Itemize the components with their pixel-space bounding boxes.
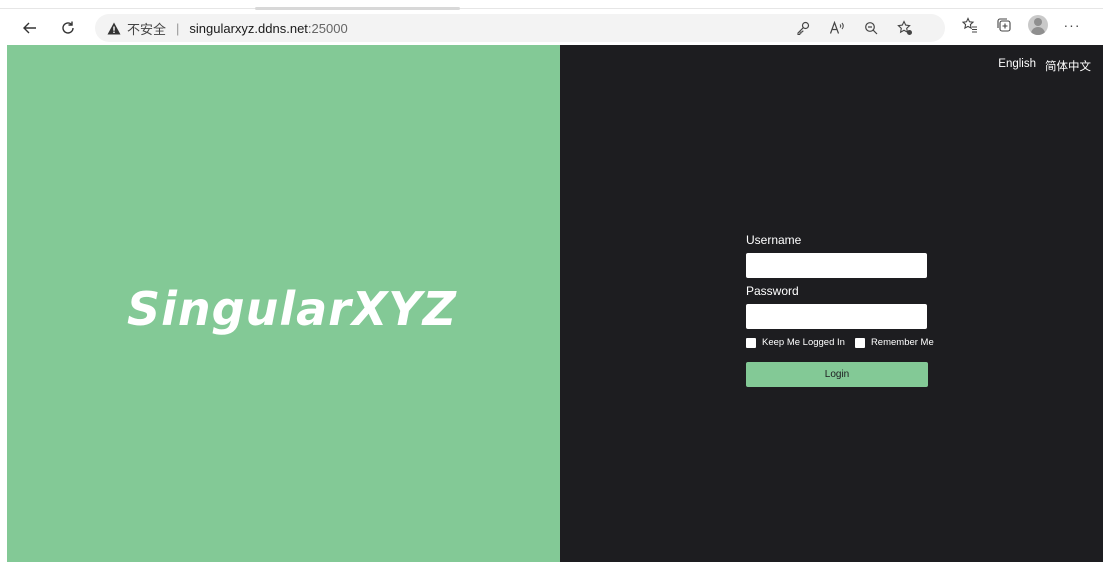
address-bar-actions [793,19,915,37]
address-host[interactable]: singularxyz.ddns.net [189,21,308,36]
favorites-icon[interactable] [960,16,980,34]
favorite-add-icon[interactable] [895,19,915,37]
language-chinese[interactable]: 简体中文 [1045,58,1091,74]
address-separator: | [176,20,180,36]
more-menu-button[interactable]: ··· [1062,16,1082,34]
reload-button[interactable] [56,16,80,40]
login-panel: English 简体中文 Username Password Keep Me L… [560,45,1103,562]
warning-icon[interactable] [107,22,121,35]
language-english[interactable]: English [998,58,1036,74]
remember-me-label[interactable]: Remember Me [871,337,934,348]
address-port[interactable]: :25000 [308,21,348,36]
password-input[interactable] [746,304,927,329]
browser-toolbar: 不安全 | singularxyz.ddns.net :25000 ··· [0,0,1103,45]
username-label: Username [746,233,802,247]
remember-me-checkbox[interactable] [854,337,865,348]
tab-strip-divider [0,8,1103,9]
address-bar[interactable]: 不安全 | singularxyz.ddns.net :25000 [95,14,945,42]
password-label: Password [746,284,799,298]
login-options: Keep Me Logged In Remember Me [746,337,934,348]
back-arrow-icon [23,22,36,34]
browser-right-tools: ··· [960,15,1082,35]
read-aloud-icon[interactable] [827,19,847,37]
brand-panel: SingularXYZ [7,45,560,562]
username-input[interactable] [746,253,927,278]
zoom-icon[interactable] [861,19,881,37]
collections-icon[interactable] [994,16,1014,34]
login-form: Username Password Keep Me Logged In Reme… [746,233,934,387]
keep-logged-in-checkbox[interactable] [746,337,756,348]
remember-me-option[interactable]: Remember Me [854,337,934,348]
keep-logged-in-label[interactable]: Keep Me Logged In [762,337,845,348]
brand-logo: SingularXYZ [127,282,457,336]
profile-avatar[interactable] [1028,15,1048,35]
login-button[interactable]: Login [746,362,928,387]
language-switcher: English 简体中文 [998,58,1091,74]
active-tab-indicator[interactable] [255,7,460,10]
keep-logged-in-option[interactable]: Keep Me Logged In [746,337,845,348]
insecure-label[interactable]: 不安全 [127,19,166,38]
reload-icon [62,21,74,34]
avatar-icon [1028,15,1048,35]
back-button[interactable] [18,16,42,40]
key-icon[interactable] [793,19,813,37]
